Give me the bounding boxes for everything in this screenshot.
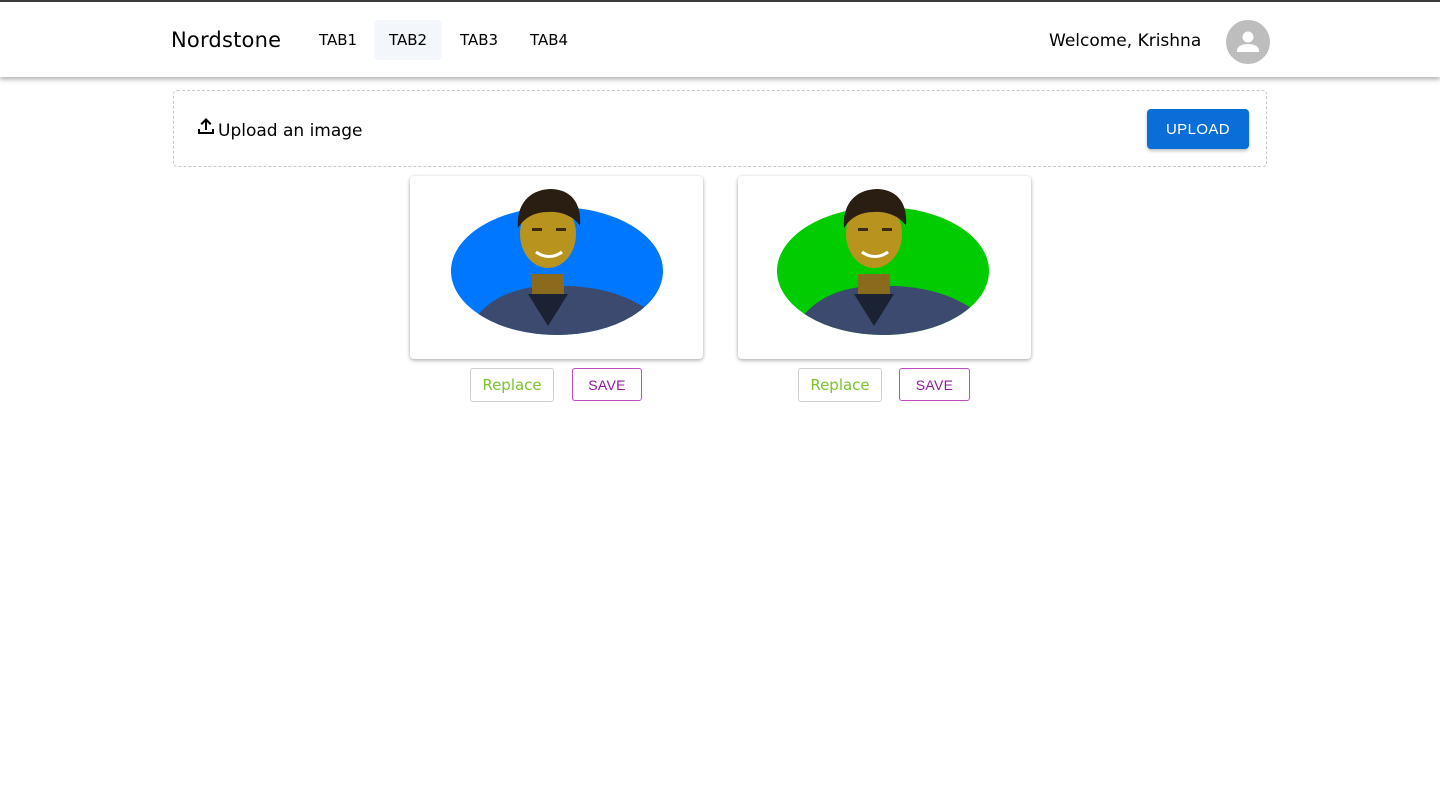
account-circle-icon: [1237, 31, 1259, 52]
replace-button[interactable]: Replace: [470, 368, 554, 402]
save-button[interactable]: SAVE: [572, 368, 642, 401]
app-bar: Nordstone TAB1 TAB2 TAB3 TAB4 Welcome, K…: [0, 0, 1440, 77]
image-card: [410, 176, 703, 359]
portrait-image: [777, 189, 989, 335]
welcome-text: Welcome, Krishna: [1049, 31, 1202, 51]
upload-button[interactable]: UPLOAD: [1147, 109, 1249, 149]
tab-4[interactable]: TAB4: [515, 20, 583, 60]
brand-logo[interactable]: Nordstone: [171, 28, 281, 52]
replace-button[interactable]: Replace: [798, 368, 882, 402]
portrait-image: [451, 189, 663, 335]
tab-2[interactable]: TAB2: [374, 20, 443, 60]
image-card: [738, 176, 1031, 359]
upload-icon: [198, 118, 214, 134]
tab-1[interactable]: TAB1: [304, 20, 372, 60]
save-button[interactable]: SAVE: [899, 368, 970, 401]
avatar[interactable]: [1226, 20, 1270, 64]
upload-label: Upload an image: [218, 121, 363, 141]
tab-3[interactable]: TAB3: [445, 20, 513, 60]
upload-dropzone[interactable]: Upload an image UPLOAD: [173, 90, 1267, 167]
